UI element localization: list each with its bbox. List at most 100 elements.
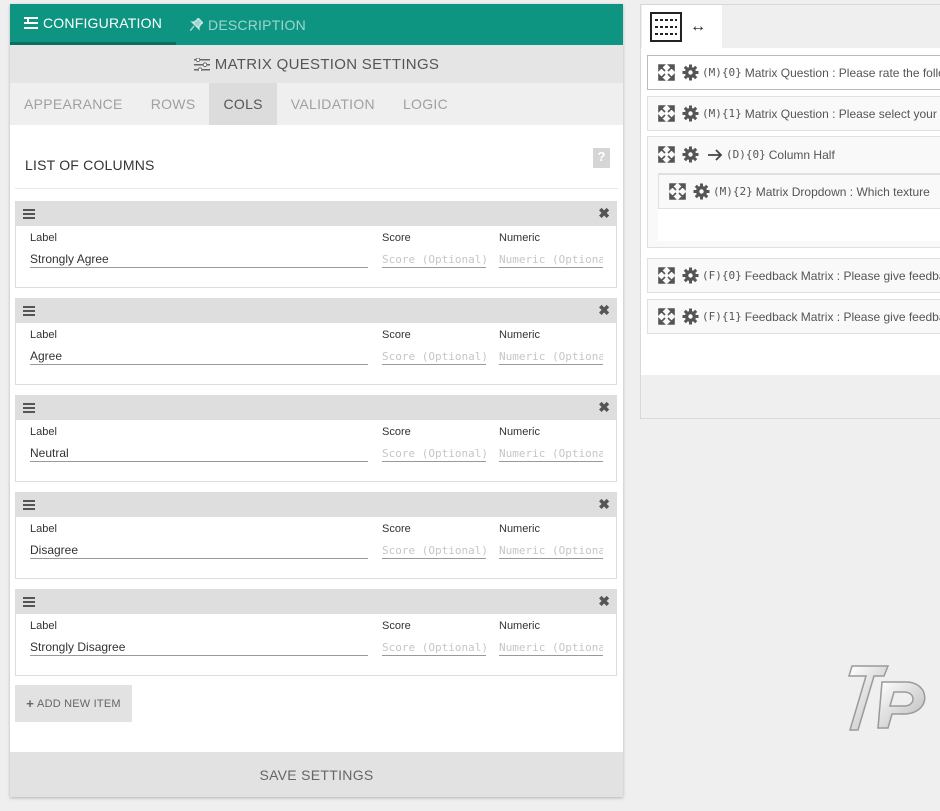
gear-icon[interactable] xyxy=(682,105,699,122)
numeric-field: Numeric Numeric (Optional) xyxy=(499,232,603,268)
expand-icon[interactable] xyxy=(658,64,675,81)
tree-item[interactable]: (M){2} Matrix Dropdown : Which texture xyxy=(658,174,940,209)
item-code: (M){2} xyxy=(713,185,753,198)
gear-icon[interactable] xyxy=(682,267,699,284)
item-code: (F){1} xyxy=(702,310,742,323)
column-item: ✖ Label Neutral Score Score (Optional) N… xyxy=(15,395,617,482)
score-input[interactable]: Score (Optional) xyxy=(382,341,486,365)
settings-title: MATRIX QUESTION SETTINGS xyxy=(214,55,440,73)
tree-item[interactable]: (M){0} Matrix Question : Please rate the… xyxy=(647,55,940,90)
score-input[interactable]: Score (Optional) xyxy=(382,244,486,268)
save-settings-button[interactable]: SAVE SETTINGS xyxy=(10,752,623,797)
label-input[interactable]: Strongly Disagree xyxy=(30,632,368,656)
expand-icon[interactable] xyxy=(658,146,675,163)
column-item-bar: ✖ xyxy=(16,202,616,226)
numeric-input[interactable]: Numeric (Optional) xyxy=(499,438,603,462)
grid-layout-icon xyxy=(650,11,682,42)
gear-icon[interactable] xyxy=(682,64,699,81)
numeric-field: Numeric Numeric (Optional) xyxy=(499,426,603,462)
sliders-icon xyxy=(193,57,210,71)
label-field: Label Disagree xyxy=(30,523,368,559)
tab-configuration[interactable]: CONFIGURATION xyxy=(10,4,177,45)
drag-handle-icon[interactable] xyxy=(23,403,35,413)
group-children: (M){2} Matrix Dropdown : Which texture xyxy=(658,173,940,241)
column-item: ✖ Label Strongly Agree Score Score (Opti… xyxy=(15,201,617,288)
column-item-bar: ✖ xyxy=(16,493,616,517)
score-field: Score Score (Optional) xyxy=(382,620,486,656)
numeric-field-label: Numeric xyxy=(499,523,540,535)
score-field-label: Score xyxy=(382,329,411,341)
expand-icon[interactable] xyxy=(669,183,686,200)
close-icon[interactable]: ✖ xyxy=(598,496,610,513)
resize-arrows-icon[interactable]: ↔ xyxy=(690,18,706,36)
numeric-field: Numeric Numeric (Optional) xyxy=(499,329,603,365)
gear-icon[interactable] xyxy=(682,146,699,163)
settings-panel: CONFIGURATION DESCRIPTION MATRIX QUESTIO… xyxy=(10,4,623,797)
label-field: Label Agree xyxy=(30,329,368,365)
tab-description[interactable]: DESCRIPTION xyxy=(176,4,320,45)
column-item: ✖ Label Strongly Disagree Score Score (O… xyxy=(15,589,617,676)
layout-tool-button[interactable]: ↔ xyxy=(642,5,722,48)
numeric-input[interactable]: Numeric (Optional) xyxy=(499,341,603,365)
drag-handle-icon[interactable] xyxy=(23,597,35,607)
tree-item[interactable]: (F){0} Feedback Matrix : Please give fee… xyxy=(647,258,940,293)
close-icon[interactable]: ✖ xyxy=(598,399,610,416)
label-field-label: Label xyxy=(30,620,57,632)
expand-icon[interactable] xyxy=(658,267,675,284)
score-field: Score Score (Optional) xyxy=(382,329,486,365)
tree-item[interactable]: (M){1} Matrix Question : Please select y… xyxy=(647,96,940,131)
score-field: Score Score (Optional) xyxy=(382,426,486,462)
add-new-item-button[interactable]: + ADD NEW ITEM xyxy=(15,685,132,722)
tab-configuration-label: CONFIGURATION xyxy=(43,15,163,31)
item-code: (D){0} xyxy=(726,148,766,161)
score-field-label: Score xyxy=(382,523,411,535)
tab-logic[interactable]: LOGIC xyxy=(389,83,462,125)
expand-icon[interactable] xyxy=(658,105,675,122)
score-field-label: Score xyxy=(382,620,411,632)
numeric-input[interactable]: Numeric (Optional) xyxy=(499,535,603,559)
close-icon[interactable]: ✖ xyxy=(598,205,610,222)
gear-icon[interactable] xyxy=(693,183,710,200)
help-icon[interactable]: ? xyxy=(593,148,610,168)
question-tree-panel: ↔ (M){0} Matrix Question : Please rate t… xyxy=(640,4,940,419)
numeric-input[interactable]: Numeric (Optional) xyxy=(499,632,603,656)
tab-validation[interactable]: VALIDATION xyxy=(277,83,389,125)
tab-appearance[interactable]: APPEARANCE xyxy=(10,83,137,125)
tab-rows[interactable]: ROWS xyxy=(137,83,210,125)
column-item-bar: ✖ xyxy=(16,590,616,614)
sub-tab-bar: APPEARANCE ROWS COLS VALIDATION LOGIC xyxy=(10,83,623,125)
label-input[interactable]: Disagree xyxy=(30,535,368,559)
tab-description-label: DESCRIPTION xyxy=(208,16,306,33)
drag-handle-icon[interactable] xyxy=(23,306,35,316)
score-input[interactable]: Score (Optional) xyxy=(382,438,486,462)
label-field: Label Strongly Disagree xyxy=(30,620,368,656)
numeric-field: Numeric Numeric (Optional) xyxy=(499,523,603,559)
label-input[interactable]: Neutral xyxy=(30,438,368,462)
label-input[interactable]: Strongly Agree xyxy=(30,244,368,268)
tree-item[interactable]: (F){1} Feedback Matrix : Please give fee… xyxy=(647,299,940,334)
gear-icon[interactable] xyxy=(682,308,699,325)
label-input[interactable]: Agree xyxy=(30,341,368,365)
score-input[interactable]: Score (Optional) xyxy=(382,632,486,656)
close-icon[interactable]: ✖ xyxy=(598,302,610,319)
arrow-right-icon xyxy=(708,148,723,161)
label-field-label: Label xyxy=(30,329,57,341)
tree-item[interactable]: (D){0} Column Half xyxy=(648,137,940,172)
numeric-input[interactable]: Numeric (Optional) xyxy=(499,244,603,268)
score-field-label: Score xyxy=(382,232,411,244)
pin-icon xyxy=(190,18,204,31)
close-icon[interactable]: ✖ xyxy=(598,593,610,610)
column-item: ✖ Label Disagree Score Score (Optional) … xyxy=(15,492,617,579)
drag-handle-icon[interactable] xyxy=(23,500,35,510)
item-text: Matrix Question : Please rate the follow… xyxy=(744,65,940,80)
column-item: ✖ Label Agree Score Score (Optional) Num… xyxy=(15,298,617,385)
score-input[interactable]: Score (Optional) xyxy=(382,535,486,559)
add-new-item-label: ADD NEW ITEM xyxy=(37,697,121,710)
label-field-label: Label xyxy=(30,426,57,438)
score-field: Score Score (Optional) xyxy=(382,232,486,268)
drag-handle-icon[interactable] xyxy=(23,209,35,219)
expand-icon[interactable] xyxy=(658,308,675,325)
tab-cols[interactable]: COLS xyxy=(209,83,277,125)
item-code: (F){0} xyxy=(702,269,742,282)
item-text: Matrix Question : Please select your xyxy=(744,106,937,121)
